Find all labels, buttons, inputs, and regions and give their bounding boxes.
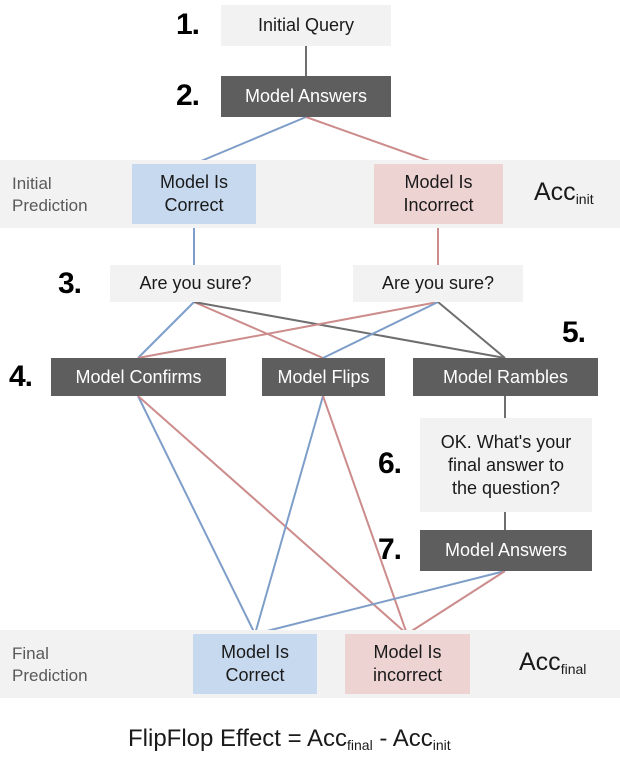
formula-operator: - <box>372 725 393 752</box>
edge-flips-to-final-correct <box>254 395 324 635</box>
edge-answers2-to-final-incorrect <box>406 570 506 635</box>
edge-sure-right-to-confirms <box>137 301 439 359</box>
acc-final-base: Acc <box>519 648 561 676</box>
step-number-1: 1. <box>176 8 200 41</box>
edge-confirms-to-final-correct <box>137 395 256 635</box>
initial-prediction-band <box>0 160 620 228</box>
node-are-you-sure-right: Are you sure? <box>353 265 523 302</box>
flipflop-diagram: Initial Prediction Accinit Final Predict… <box>0 0 620 760</box>
node-initial-model-is-correct: Model Is Correct <box>132 164 256 224</box>
node-model-rambles: Model Rambles <box>413 358 598 396</box>
initial-prediction-label: Initial Prediction <box>12 174 88 215</box>
edge-answers2-to-final-correct <box>254 570 506 635</box>
node-are-you-sure-left: Are you sure? <box>110 265 281 302</box>
edge-sure-left-to-flips <box>193 301 324 359</box>
acc-final-subscript: final <box>560 661 587 677</box>
edge-answers-to-init-incorrect <box>305 116 439 165</box>
node-final-model-is-correct: Model Is Correct <box>193 634 317 694</box>
node-model-flips: Model Flips <box>262 358 385 396</box>
step-number-3: 3. <box>58 267 82 300</box>
node-model-answers-final: Model Answers <box>420 530 592 571</box>
step-number-6: 6. <box>378 447 402 480</box>
node-final-model-is-incorrect: Model Is incorrect <box>345 634 470 694</box>
edge-sure-left-to-confirms <box>137 301 195 359</box>
node-model-confirms: Model Confirms <box>51 358 226 396</box>
node-initial-query: Initial Query <box>221 5 391 46</box>
edge-sure-right-to-rambles <box>437 301 506 359</box>
formula-term1-subscript: final <box>347 737 373 753</box>
edge-sure-right-to-flips <box>322 301 439 359</box>
formula-term2: Acc <box>392 725 433 752</box>
acc-final-label: Accfinal <box>519 648 587 677</box>
acc-init-base: Acc <box>534 178 576 206</box>
edge-flips-to-final-incorrect <box>322 395 408 635</box>
edge-confirms-to-final-incorrect <box>137 395 408 635</box>
node-final-answer-question: OK. What's your final answer to the ques… <box>420 418 592 512</box>
step-number-7: 7. <box>378 533 402 566</box>
step-number-2: 2. <box>176 79 200 112</box>
final-prediction-label: Final Prediction <box>12 644 88 685</box>
node-initial-model-is-incorrect: Model Is Incorrect <box>374 164 503 224</box>
edge-sure-left-to-rambles <box>193 301 506 359</box>
edge-answers-to-init-correct <box>193 116 307 165</box>
formula-term1: Acc <box>306 725 347 752</box>
formula-term2-subscript: init <box>432 737 451 753</box>
step-number-4: 4. <box>9 360 33 393</box>
formula-lhs: FlipFlop Effect = <box>128 725 307 752</box>
acc-init-label: Accinit <box>534 178 594 207</box>
flipflop-formula: FlipFlop Effect = Accfinal - Accinit <box>128 725 451 753</box>
acc-init-subscript: init <box>575 191 594 207</box>
step-number-5: 5. <box>562 316 586 349</box>
node-model-answers-initial: Model Answers <box>221 76 391 117</box>
